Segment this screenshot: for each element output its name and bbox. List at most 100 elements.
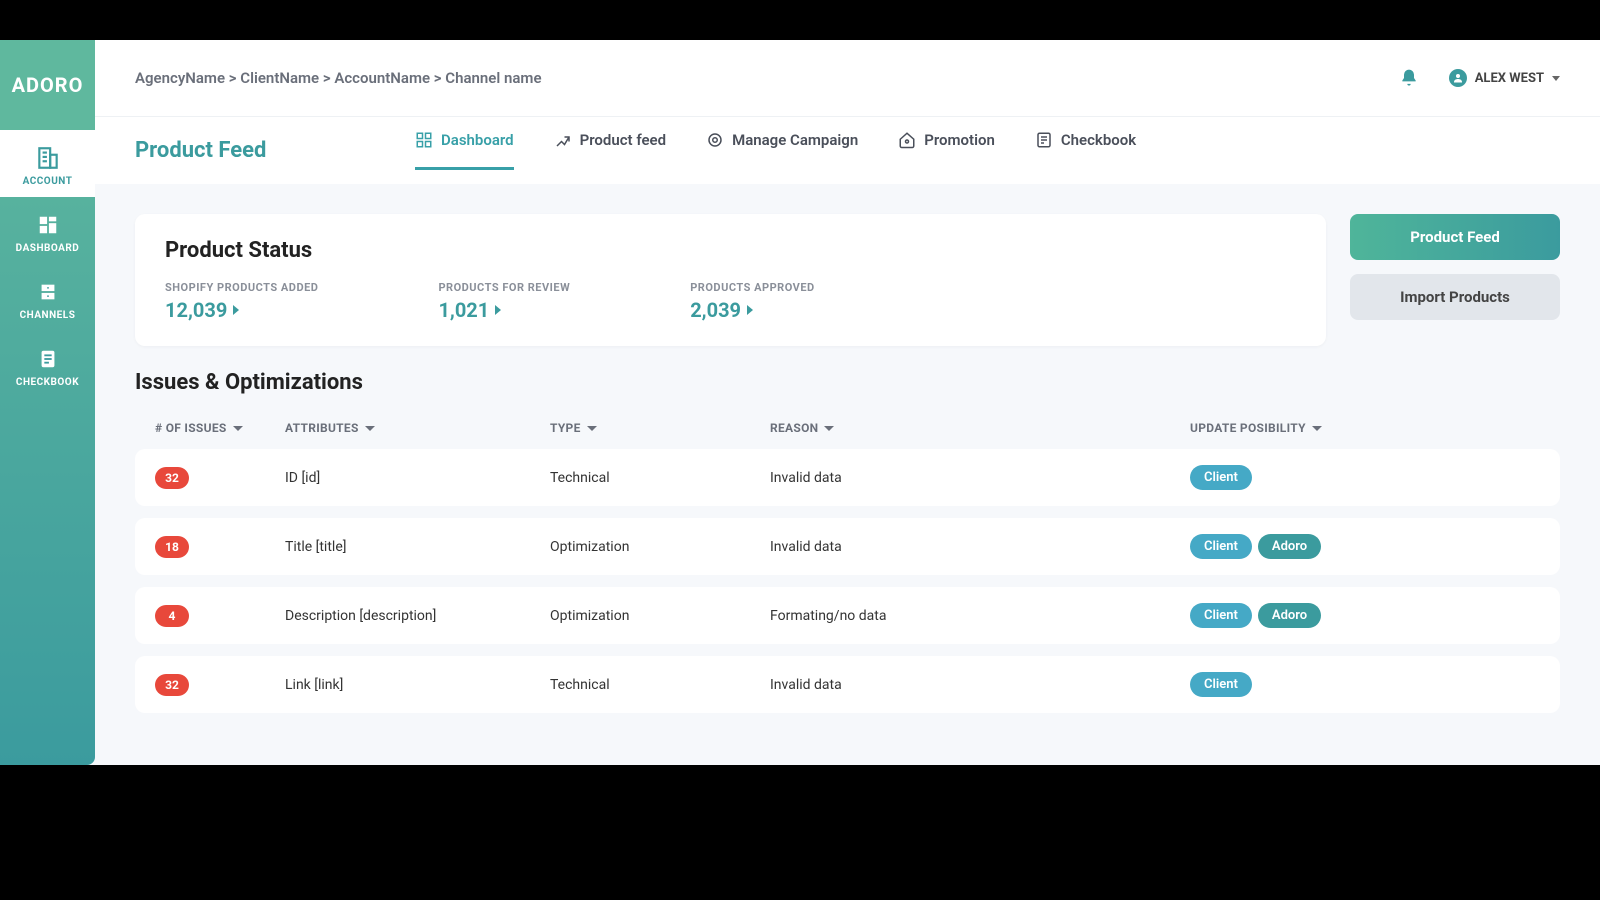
col-header-type[interactable]: TYPE <box>550 421 770 435</box>
tag-adoro[interactable]: Adoro <box>1258 534 1321 559</box>
page-title: Product Feed <box>135 138 415 163</box>
cell-reason: Invalid data <box>770 539 1190 555</box>
chevron-down-icon <box>233 426 243 431</box>
sidebar-item-label: DASHBOARD <box>16 243 80 254</box>
issues-title: Issues & Optimizations <box>135 370 1560 395</box>
cell-type: Technical <box>550 677 770 693</box>
grid-icon <box>34 211 62 239</box>
tag-client[interactable]: Client <box>1190 672 1252 697</box>
status-title: Product Status <box>165 238 1296 263</box>
subheader: Product Feed Dashboard Product feed Mana… <box>95 116 1600 184</box>
home-icon <box>898 131 916 149</box>
tab-label: Dashboard <box>441 131 514 149</box>
caret-down-icon <box>1552 76 1560 81</box>
tab-product-feed[interactable]: Product feed <box>554 131 666 170</box>
table-row[interactable]: 18 Title [title]OptimizationInvalid dataC… <box>135 518 1560 575</box>
letterbox-top <box>0 0 1600 40</box>
stat-label: PRODUCTS FOR REVIEW <box>438 281 570 294</box>
col-header-attributes[interactable]: ATTRIBUTES <box>285 421 550 435</box>
sidebar-item-dashboard[interactable]: DASHBOARD <box>0 197 95 264</box>
cell-update: ClientAdoro <box>1190 603 1540 628</box>
target-icon <box>706 131 724 149</box>
checklist-icon <box>34 345 62 373</box>
chevron-down-icon <box>365 426 375 431</box>
tab-label: Manage Campaign <box>732 131 858 149</box>
sidebar-item-checkbook[interactable]: CHECKBOOK <box>0 331 95 398</box>
chevron-right-icon <box>495 305 501 315</box>
table-row[interactable]: 32ID [id]TechnicalInvalid dataClient <box>135 449 1560 506</box>
tab-label: Promotion <box>924 131 995 149</box>
drawer-icon <box>34 278 62 306</box>
topbar: AgencyName > ClientName > AccountName > … <box>95 40 1600 116</box>
col-header-count[interactable]: # OF ISSUES <box>155 421 285 435</box>
brand-logo: ADORO <box>0 40 95 130</box>
tag-client[interactable]: Client <box>1190 465 1252 490</box>
tab-checkbook[interactable]: Checkbook <box>1035 131 1136 170</box>
tag-client[interactable]: Client <box>1190 534 1252 559</box>
stat-value: 1,021 <box>438 298 489 322</box>
tab-manage-campaign[interactable]: Manage Campaign <box>706 131 858 170</box>
topbar-right: ALEX WEST <box>1399 68 1560 88</box>
status-row: Product Status SHOPIFY PRODUCTS ADDED 12… <box>135 214 1560 346</box>
stat-label: SHOPIFY PRODUCTS ADDED <box>165 281 318 294</box>
issue-count-badge: 4 <box>155 605 189 627</box>
checkbook-icon <box>1035 131 1053 149</box>
col-header-reason[interactable]: REASON <box>770 421 1190 435</box>
sidebar: ADORO ACCOUNT DASHBOARD CHANNELS CHECKBO… <box>0 40 95 765</box>
product-status-card: Product Status SHOPIFY PRODUCTS ADDED 12… <box>135 214 1326 346</box>
issues-header: # OF ISSUES ATTRIBUTES TYPE REASON UPDAT… <box>135 407 1560 449</box>
sidebar-item-label: ACCOUNT <box>23 176 73 187</box>
feed-icon <box>554 131 572 149</box>
cell-update: Client <box>1190 672 1540 697</box>
letterbox-bottom <box>0 765 1600 900</box>
tag-adoro[interactable]: Adoro <box>1258 603 1321 628</box>
tabs: Dashboard Product feed Manage Campaign P… <box>415 131 1136 170</box>
cell-reason: Formating/no data <box>770 608 1190 624</box>
table-row[interactable]: 32Link [link]TechnicalInvalid dataClient <box>135 656 1560 713</box>
bell-icon[interactable] <box>1399 68 1419 88</box>
avatar-icon <box>1449 69 1467 87</box>
issues-section: Issues & Optimizations # OF ISSUES ATTRI… <box>135 370 1560 725</box>
cell-update: Client <box>1190 465 1540 490</box>
chevron-right-icon <box>233 305 239 315</box>
issue-count-badge: 18 <box>155 536 189 558</box>
breadcrumb[interactable]: AgencyName > ClientName > AccountName > … <box>135 69 542 87</box>
sidebar-item-account[interactable]: ACCOUNT <box>0 130 95 197</box>
cell-type: Optimization <box>550 608 770 624</box>
stat-shopify-added[interactable]: SHOPIFY PRODUCTS ADDED 12,039 <box>165 281 318 322</box>
cell-update: ClientAdoro <box>1190 534 1540 559</box>
cell-attribute: Description [description] <box>285 608 550 624</box>
stat-label: PRODUCTS APPROVED <box>690 281 815 294</box>
tab-promotion[interactable]: Promotion <box>898 131 995 170</box>
cell-reason: Invalid data <box>770 677 1190 693</box>
product-feed-button[interactable]: Product Feed <box>1350 214 1560 260</box>
chevron-down-icon <box>824 426 834 431</box>
stats: SHOPIFY PRODUCTS ADDED 12,039 PRODUCTS F… <box>165 281 1296 322</box>
issues-body: 32ID [id]TechnicalInvalid dataClient18Ti… <box>135 449 1560 713</box>
tag-client[interactable]: Client <box>1190 603 1252 628</box>
sidebar-item-label: CHANNELS <box>20 310 76 321</box>
stat-for-review[interactable]: PRODUCTS FOR REVIEW 1,021 <box>438 281 570 322</box>
chevron-down-icon <box>1312 426 1322 431</box>
tab-label: Checkbook <box>1061 131 1136 149</box>
tab-dashboard[interactable]: Dashboard <box>415 131 514 170</box>
user-name: ALEX WEST <box>1475 71 1544 86</box>
issue-count-badge: 32 <box>155 674 189 696</box>
cell-type: Optimization <box>550 539 770 555</box>
cell-attribute: ID [id] <box>285 470 550 486</box>
side-actions: Product Feed Import Products <box>1350 214 1560 320</box>
chevron-right-icon <box>747 305 753 315</box>
chevron-down-icon <box>587 426 597 431</box>
user-menu[interactable]: ALEX WEST <box>1449 69 1560 87</box>
building-icon <box>34 144 62 172</box>
cell-reason: Invalid data <box>770 470 1190 486</box>
cell-attribute: Title [title] <box>285 539 550 555</box>
import-products-button[interactable]: Import Products <box>1350 274 1560 320</box>
dashboard-icon <box>415 131 433 149</box>
issue-count-badge: 32 <box>155 467 189 489</box>
sidebar-item-channels[interactable]: CHANNELS <box>0 264 95 331</box>
stat-value: 12,039 <box>165 298 227 322</box>
table-row[interactable]: 4 Description [description]OptimizationFo… <box>135 587 1560 644</box>
stat-approved[interactable]: PRODUCTS APPROVED 2,039 <box>690 281 815 322</box>
col-header-update[interactable]: UPDATE POSIBILITY <box>1190 421 1540 435</box>
